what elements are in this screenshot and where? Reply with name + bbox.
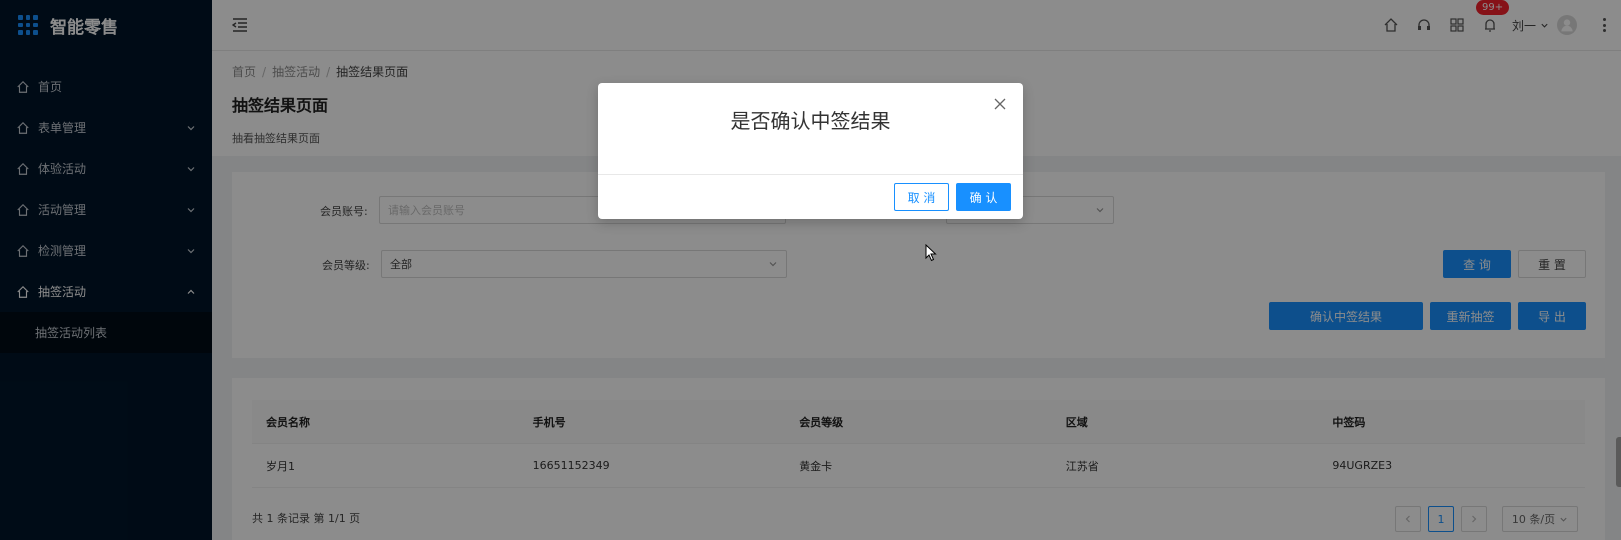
mouse-cursor-icon (925, 244, 937, 262)
modal-cancel-button[interactable]: 取 消 (894, 183, 949, 211)
confirm-modal: 是否确认中签结果 取 消 确 认 (598, 83, 1023, 219)
modal-overlay[interactable] (0, 0, 1621, 540)
side-scroll-handle[interactable] (1616, 437, 1621, 487)
modal-title: 是否确认中签结果 (730, 109, 891, 133)
modal-confirm-button[interactable]: 确 认 (956, 183, 1011, 211)
modal-divider (598, 174, 1023, 175)
close-icon[interactable] (993, 97, 1007, 111)
